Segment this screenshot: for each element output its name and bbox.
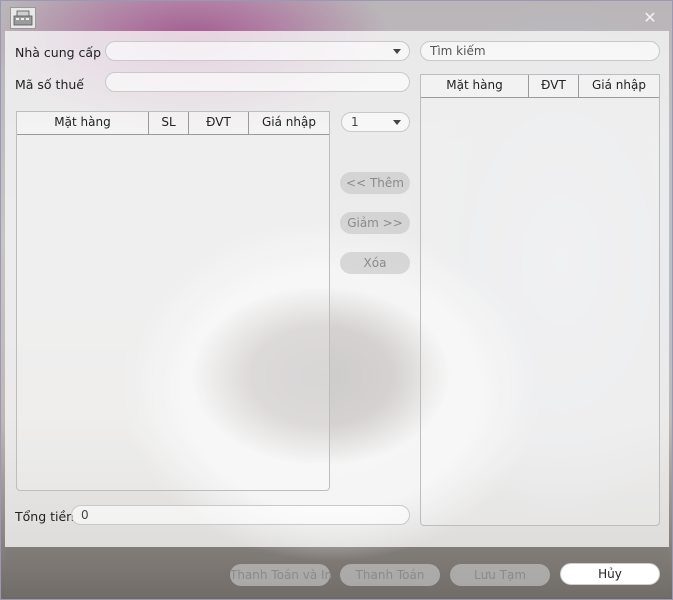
column-header[interactable]: Mặt hàng [17,112,149,134]
pay-and-print-button[interactable]: Thanh Toán và In [230,564,332,586]
total-field: 0 [71,505,410,525]
add-item-button[interactable]: << Thêm [340,172,410,194]
chevron-down-icon[interactable] [393,120,401,125]
column-header[interactable]: SL [149,112,189,134]
save-draft-button[interactable]: Lưu Tạm [450,564,550,586]
chevron-down-icon[interactable] [393,49,401,54]
total-label: Tổng tiền [15,509,75,524]
search-input[interactable] [430,44,650,58]
goods-catalog-header: Mặt hàng ĐVT Giá nhập [421,75,659,98]
column-header[interactable]: ĐVT [189,112,249,134]
column-header[interactable]: Giá nhập [249,112,329,134]
tax-code-label: Mã số thuế [15,77,84,92]
delete-item-button[interactable]: Xóa [340,252,410,274]
column-header[interactable]: Giá nhập [579,75,659,97]
tax-code-field[interactable] [105,72,410,92]
total-value: 0 [81,508,89,522]
import-goods-window: ✕ Nhà cung cấp Mã số thuế Mặt hàng ĐVT G… [0,0,673,600]
search-field[interactable] [420,41,660,61]
quantity-combobox[interactable]: 1 [341,112,410,132]
goods-catalog-table[interactable]: Mặt hàng ĐVT Giá nhập [420,74,660,526]
cash-register-icon [10,7,36,29]
column-header[interactable]: Mặt hàng [421,75,529,97]
column-header[interactable]: ĐVT [529,75,579,97]
selected-goods-table[interactable]: Mặt hàng SL ĐVT Giá nhập [16,111,330,491]
close-icon[interactable]: ✕ [641,9,659,27]
pay-button[interactable]: Thanh Toán [340,564,440,586]
selected-goods-header: Mặt hàng SL ĐVT Giá nhập [17,112,329,135]
quantity-value: 1 [351,115,359,129]
decrease-item-button[interactable]: Giảm >> [340,212,410,234]
supplier-combobox[interactable] [105,41,410,61]
supplier-label: Nhà cung cấp [15,45,101,60]
cancel-button[interactable]: Hủy [560,563,660,585]
